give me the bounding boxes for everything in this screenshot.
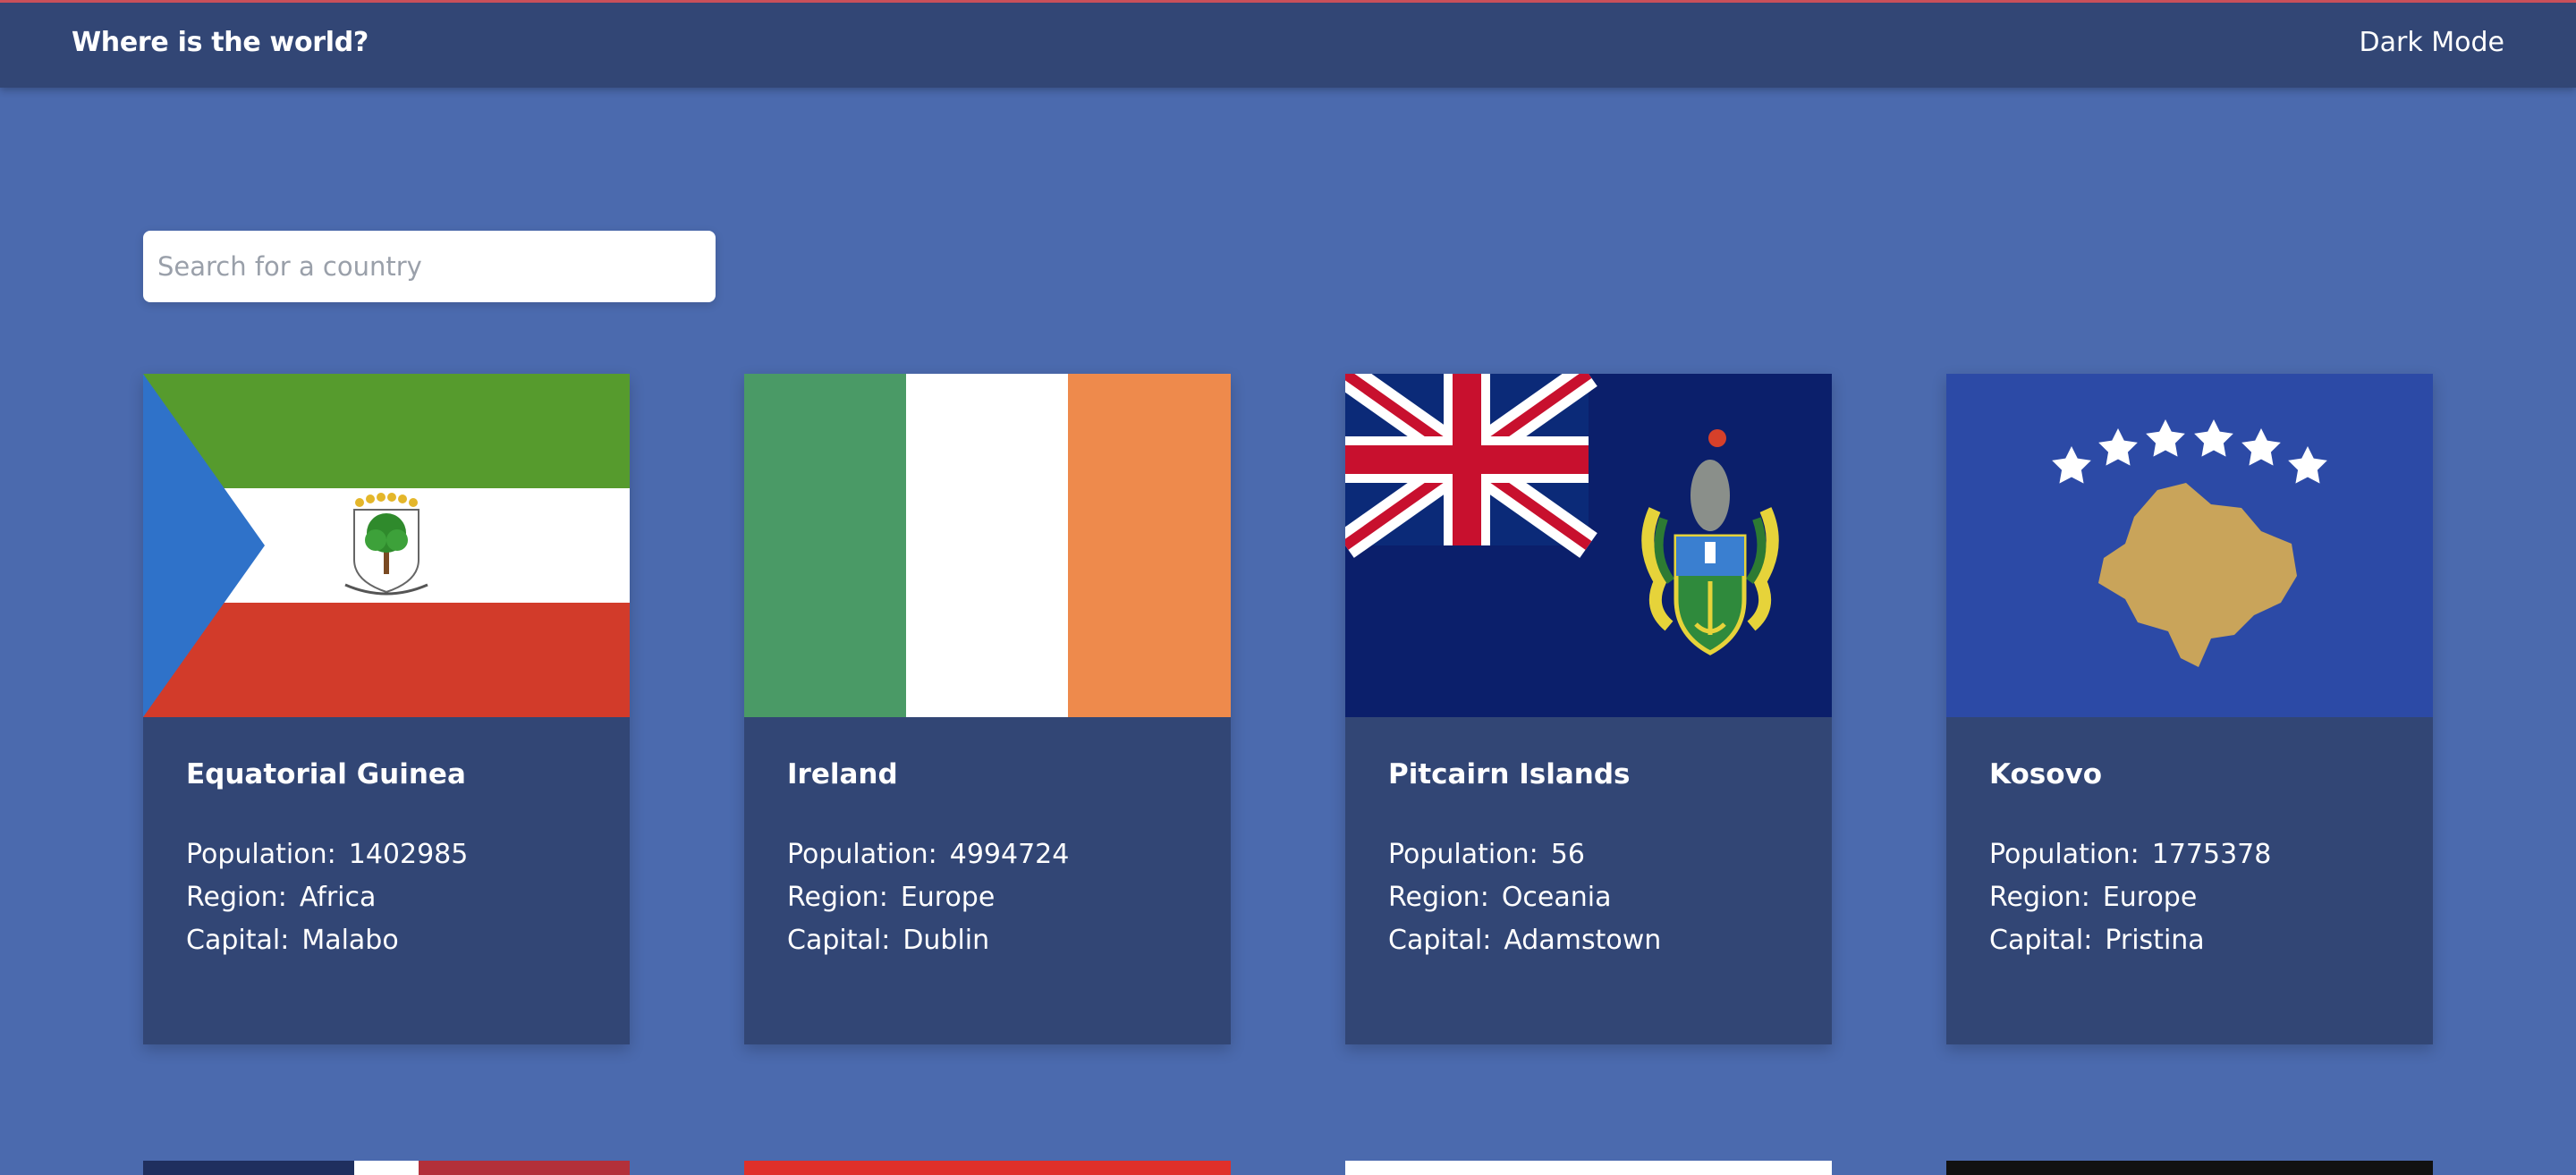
capital-value: Malabo (301, 925, 399, 956)
kosovo-flag (1946, 374, 2433, 717)
population-value: 4994724 (949, 839, 1070, 870)
population-label: Population: (1388, 839, 1538, 870)
country-name: Kosovo (1989, 758, 2103, 790)
country-card-peek[interactable] (1946, 1161, 2433, 1175)
capital-row: Capital: Adamstown (1388, 919, 1789, 962)
search-input[interactable] (143, 231, 716, 302)
capital-value: Pristina (2105, 925, 2205, 956)
country-card-peek[interactable] (143, 1161, 630, 1175)
capital-value: Adamstown (1504, 925, 1662, 956)
pitcairn-islands-flag (1345, 374, 1832, 717)
capital-row: Capital: Pristina (1989, 919, 2390, 962)
country-card-kosovo[interactable]: Kosovo Population: 1775378 Region: Europe … (1946, 374, 2433, 1044)
region-label: Region: (186, 882, 287, 913)
population-value: 1775378 (2151, 839, 2272, 870)
population-row: Population: 4994724 (787, 833, 1188, 876)
country-card-pitcairn-islands[interactable]: Pitcairn Islands Population: 56 Region: Oc… (1345, 374, 1832, 1044)
country-info: Pitcairn Islands Population: 56 Region: Oc… (1345, 717, 1832, 1003)
country-name: Pitcairn Islands (1388, 758, 1631, 790)
population-label: Population: (186, 839, 336, 870)
search-box (143, 231, 716, 302)
capital-label: Capital: (1388, 925, 1492, 956)
population-label: Population: (787, 839, 937, 870)
country-info: Kosovo Population: 1775378 Region: Europe … (1946, 717, 2433, 1003)
ireland-flag (744, 374, 1231, 717)
population-row: Population: 1402985 (186, 833, 587, 876)
region-value: Oceania (1501, 882, 1612, 913)
app-title: Where is the world? (72, 27, 369, 58)
population-row: Population: 1775378 (1989, 833, 2390, 876)
equatorial-guinea-flag (143, 374, 630, 717)
region-label: Region: (1989, 882, 2090, 913)
region-row: Region: Europe (787, 876, 1188, 919)
flag-peek (1946, 1161, 2433, 1175)
app-header: Where is the world? Dark Mode (0, 0, 2576, 88)
country-info: Equatorial Guinea Population: 1402985 Reg… (143, 717, 630, 1003)
flag-peek (143, 1161, 630, 1175)
capital-value: Dublin (902, 925, 990, 956)
capital-label: Capital: (787, 925, 891, 956)
capital-row: Capital: Malabo (186, 919, 587, 962)
population-value: 1402985 (348, 839, 469, 870)
region-row: Region: Oceania (1388, 876, 1789, 919)
country-card-peek[interactable] (1345, 1161, 1832, 1175)
dark-mode-toggle[interactable]: Dark Mode (2360, 27, 2504, 58)
region-value: Africa (299, 882, 377, 913)
country-card-equatorial-guinea[interactable]: Equatorial Guinea Population: 1402985 Reg… (143, 374, 630, 1044)
country-card-peek[interactable] (744, 1161, 1231, 1175)
capital-row: Capital: Dublin (787, 919, 1188, 962)
country-card-ireland[interactable]: Ireland Population: 4994724 Region: Europe… (744, 374, 1231, 1044)
country-name: Ireland (787, 758, 898, 790)
region-row: Region: Africa (186, 876, 587, 919)
region-label: Region: (1388, 882, 1489, 913)
population-value: 56 (1550, 839, 1585, 870)
capital-label: Capital: (1989, 925, 2093, 956)
capital-label: Capital: (186, 925, 290, 956)
region-value: Europe (2102, 882, 2198, 913)
country-info: Ireland Population: 4994724 Region: Europe… (744, 717, 1231, 1003)
flag-peek (744, 1161, 1231, 1175)
country-name: Equatorial Guinea (186, 758, 466, 790)
header-accent-line (0, 0, 2576, 3)
population-row: Population: 56 (1388, 833, 1789, 876)
region-label: Region: (787, 882, 888, 913)
region-row: Region: Europe (1989, 876, 2390, 919)
flag-peek (1345, 1161, 1832, 1175)
population-label: Population: (1989, 839, 2140, 870)
region-value: Europe (900, 882, 996, 913)
